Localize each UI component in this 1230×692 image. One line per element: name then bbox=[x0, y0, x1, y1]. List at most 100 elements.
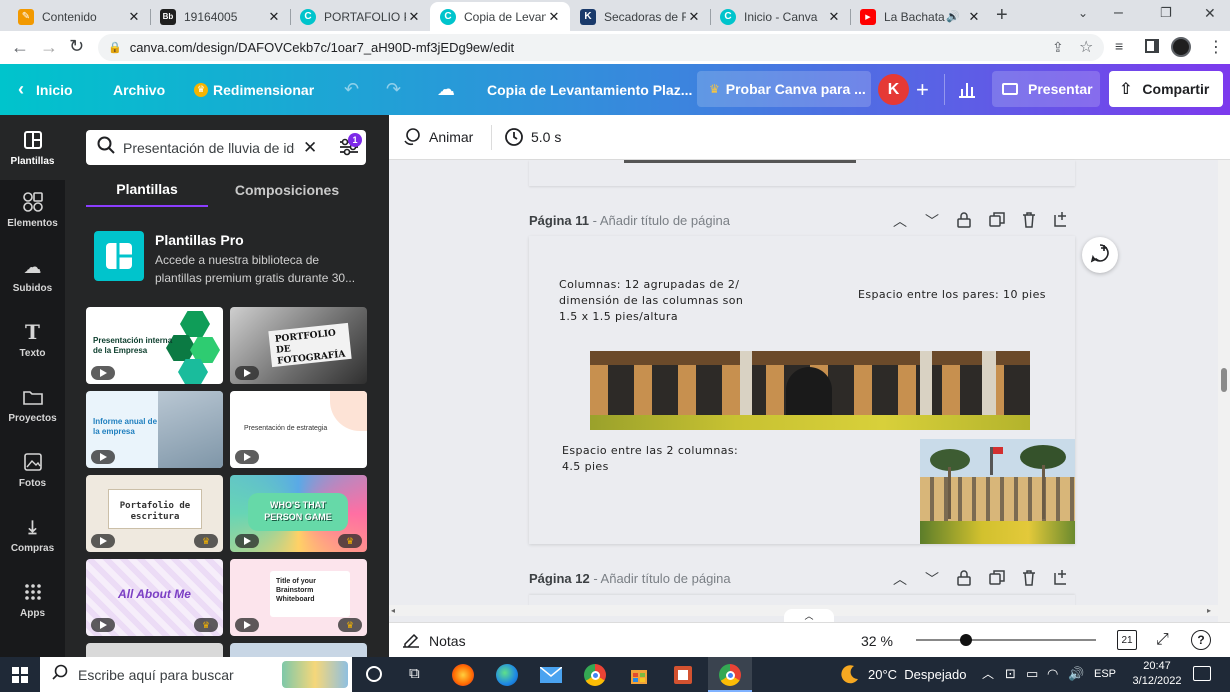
user-avatar[interactable]: K bbox=[878, 74, 909, 105]
notes-button[interactable]: Notas bbox=[429, 633, 466, 649]
store-bag-icon[interactable] bbox=[628, 664, 650, 686]
firefox-icon[interactable] bbox=[452, 664, 474, 686]
mail-icon[interactable] bbox=[540, 664, 562, 686]
taskbar-active-chrome[interactable] bbox=[708, 657, 752, 692]
share-button[interactable]: ⇧ Compartir bbox=[1109, 71, 1223, 107]
cortana-circle-icon[interactable] bbox=[366, 666, 382, 682]
template-thumb-person-game[interactable]: WHO'S THAT PERSON GAME ♛ bbox=[230, 475, 367, 552]
search-input[interactable]: Presentación de lluvia de ide bbox=[123, 140, 295, 156]
building-facade-photo[interactable] bbox=[590, 351, 1030, 430]
volume-icon[interactable]: 🔊 bbox=[1068, 666, 1084, 682]
tab-search-chevron-icon[interactable]: ⌄ bbox=[1078, 6, 1088, 20]
insights-chart-icon[interactable] bbox=[957, 80, 977, 98]
zoom-slider-thumb[interactable] bbox=[960, 634, 973, 646]
window-close-icon[interactable]: ✕ bbox=[1204, 5, 1216, 22]
pro-templates-title[interactable]: Plantillas Pro bbox=[155, 232, 244, 248]
undo-icon[interactable]: ↶ bbox=[344, 64, 359, 115]
lock-page-icon[interactable] bbox=[957, 570, 971, 591]
template-search[interactable]: Presentación de lluvia de ide ✕ bbox=[86, 130, 366, 165]
chevron-down-icon[interactable]: ﹀ bbox=[925, 569, 939, 589]
scroll-left-icon[interactable]: ◂ bbox=[391, 606, 395, 615]
rail-item-uploads[interactable]: ☁ Subidos bbox=[0, 245, 65, 305]
add-page-icon[interactable] bbox=[1054, 211, 1070, 232]
chevron-up-icon[interactable]: ︿ bbox=[893, 211, 907, 231]
chevron-down-icon[interactable]: ﹀ bbox=[925, 211, 939, 231]
file-menu[interactable]: Archivo bbox=[113, 64, 165, 115]
present-button[interactable]: Presentar bbox=[992, 71, 1100, 107]
close-icon[interactable]: ✕ bbox=[406, 9, 422, 25]
tab-compositions[interactable]: Composiciones bbox=[225, 173, 349, 207]
minimize-icon[interactable]: – bbox=[1114, 4, 1123, 22]
office-icon[interactable] bbox=[672, 664, 694, 686]
edge-icon[interactable] bbox=[496, 664, 518, 686]
design-title[interactable]: Copia de Levantamiento Plaz... bbox=[487, 64, 692, 115]
home-link[interactable]: ‹ Inicio bbox=[18, 64, 73, 115]
chrome-icon[interactable] bbox=[584, 664, 606, 686]
rail-item-photos[interactable]: Fotos bbox=[0, 440, 65, 500]
zoom-value[interactable]: 32 % bbox=[861, 633, 893, 649]
resize-button[interactable]: ♛ Redimensionar bbox=[194, 64, 314, 115]
restore-icon[interactable]: ❐ bbox=[1160, 5, 1172, 21]
reload-icon[interactable]: ↻ bbox=[69, 36, 84, 57]
template-thumb-partial[interactable] bbox=[230, 643, 367, 657]
browser-tab-19164005[interactable]: Bb 19164005 ✕ bbox=[150, 2, 290, 31]
browser-tab-inicio-canva[interactable]: C Inicio - Canva ✕ bbox=[710, 2, 850, 31]
expand-pages-handle[interactable]: ︿ bbox=[784, 609, 834, 622]
add-collaborator-icon[interactable]: + bbox=[916, 64, 929, 115]
zoom-slider[interactable] bbox=[916, 639, 1096, 641]
tab-templates[interactable]: Plantillas bbox=[86, 173, 208, 207]
clear-search-icon[interactable]: ✕ bbox=[303, 138, 317, 158]
taskbar-search-box[interactable]: Escribe aquí para buscar bbox=[40, 657, 352, 692]
rail-item-purchases[interactable]: ⤓ Compras bbox=[0, 505, 65, 565]
rail-item-text[interactable]: T Texto bbox=[0, 310, 65, 370]
template-thumb-brainstorm-whiteboard[interactable]: Title of your Brainstorm Whiteboard ♛ bbox=[230, 559, 367, 636]
new-tab-icon[interactable]: + bbox=[996, 4, 1008, 27]
animate-button[interactable]: Animar bbox=[429, 129, 473, 145]
close-icon[interactable]: ✕ bbox=[126, 9, 142, 25]
pro-templates-logo[interactable] bbox=[94, 231, 144, 281]
rail-item-templates[interactable]: Plantillas bbox=[0, 115, 65, 180]
close-icon[interactable]: ✕ bbox=[826, 9, 842, 25]
rail-item-elements[interactable]: Elementos bbox=[0, 180, 65, 240]
browser-tab-secadoras[interactable]: K Secadoras de Ro ✕ bbox=[570, 2, 710, 31]
delete-page-icon[interactable] bbox=[1022, 570, 1036, 591]
browser-tab-copia-levantamiento[interactable]: C Copia de Levantamiento ✕ bbox=[430, 2, 570, 31]
add-page-icon[interactable] bbox=[1054, 569, 1070, 590]
rail-item-apps[interactable]: Apps bbox=[0, 570, 65, 630]
redo-icon[interactable]: ↷ bbox=[386, 64, 401, 115]
page-11-canvas[interactable]: Columnas: 12 agrupadas de 2/ dimensión d… bbox=[529, 236, 1075, 544]
duplicate-page-icon[interactable] bbox=[989, 212, 1005, 233]
side-panel-icon[interactable] bbox=[1145, 39, 1159, 53]
forward-arrow-icon[interactable]: → bbox=[40, 37, 58, 58]
weather-text[interactable]: 20°C Despejado bbox=[868, 667, 966, 682]
tray-device-icon[interactable]: ⊡ bbox=[1005, 666, 1016, 682]
close-icon[interactable]: ✕ bbox=[966, 9, 982, 25]
chevron-up-icon[interactable]: ︿ bbox=[893, 569, 907, 589]
template-thumb-strategy[interactable]: Presentación de estrategia bbox=[230, 391, 367, 468]
add-comment-button[interactable] bbox=[1082, 237, 1118, 273]
task-view-icon[interactable]: ⧉ bbox=[409, 665, 420, 682]
browser-tab-bachata[interactable]: ▶ La Bachata 🔊 ✕ bbox=[850, 2, 990, 31]
template-thumb-partial[interactable] bbox=[86, 643, 223, 657]
media-control-icon[interactable]: ≡ bbox=[1115, 38, 1123, 54]
duplicate-page-icon[interactable] bbox=[989, 570, 1005, 591]
template-thumb-writing-portfolio[interactable]: Portafolio de escritura ♛ bbox=[86, 475, 223, 552]
close-icon[interactable]: ✕ bbox=[266, 9, 282, 25]
timer-clock-icon[interactable] bbox=[504, 127, 524, 147]
scroll-right-icon[interactable]: ▸ bbox=[1207, 606, 1211, 615]
help-question-icon[interactable]: ? bbox=[1191, 630, 1211, 650]
slide-text-columns[interactable]: Columnas: 12 agrupadas de 2/ dimensión d… bbox=[559, 277, 757, 325]
address-bar[interactable]: 🔒 canva.com/design/DAFOVCekb7c/1oar7_aH9… bbox=[98, 34, 1104, 61]
template-thumb-all-about-me[interactable]: All About Me ♛ bbox=[86, 559, 223, 636]
windows-start-icon[interactable] bbox=[12, 667, 28, 688]
tray-chevron-up-icon[interactable]: ︿ bbox=[982, 665, 994, 682]
clock[interactable]: 20:47 3/12/2022 bbox=[1127, 659, 1187, 689]
page-grid-count[interactable]: 21 bbox=[1117, 630, 1137, 650]
lock-page-icon[interactable] bbox=[957, 212, 971, 233]
share-page-icon[interactable]: ⇪ bbox=[1052, 39, 1064, 56]
vertical-scrollbar[interactable] bbox=[1218, 160, 1230, 622]
page-11-title[interactable]: Página 11 - Añadir título de página bbox=[529, 213, 730, 228]
cloud-saved-icon[interactable]: ☁ bbox=[437, 64, 455, 115]
palace-palms-photo[interactable] bbox=[920, 439, 1075, 544]
speaker-icon[interactable]: 🔊 bbox=[946, 10, 960, 23]
